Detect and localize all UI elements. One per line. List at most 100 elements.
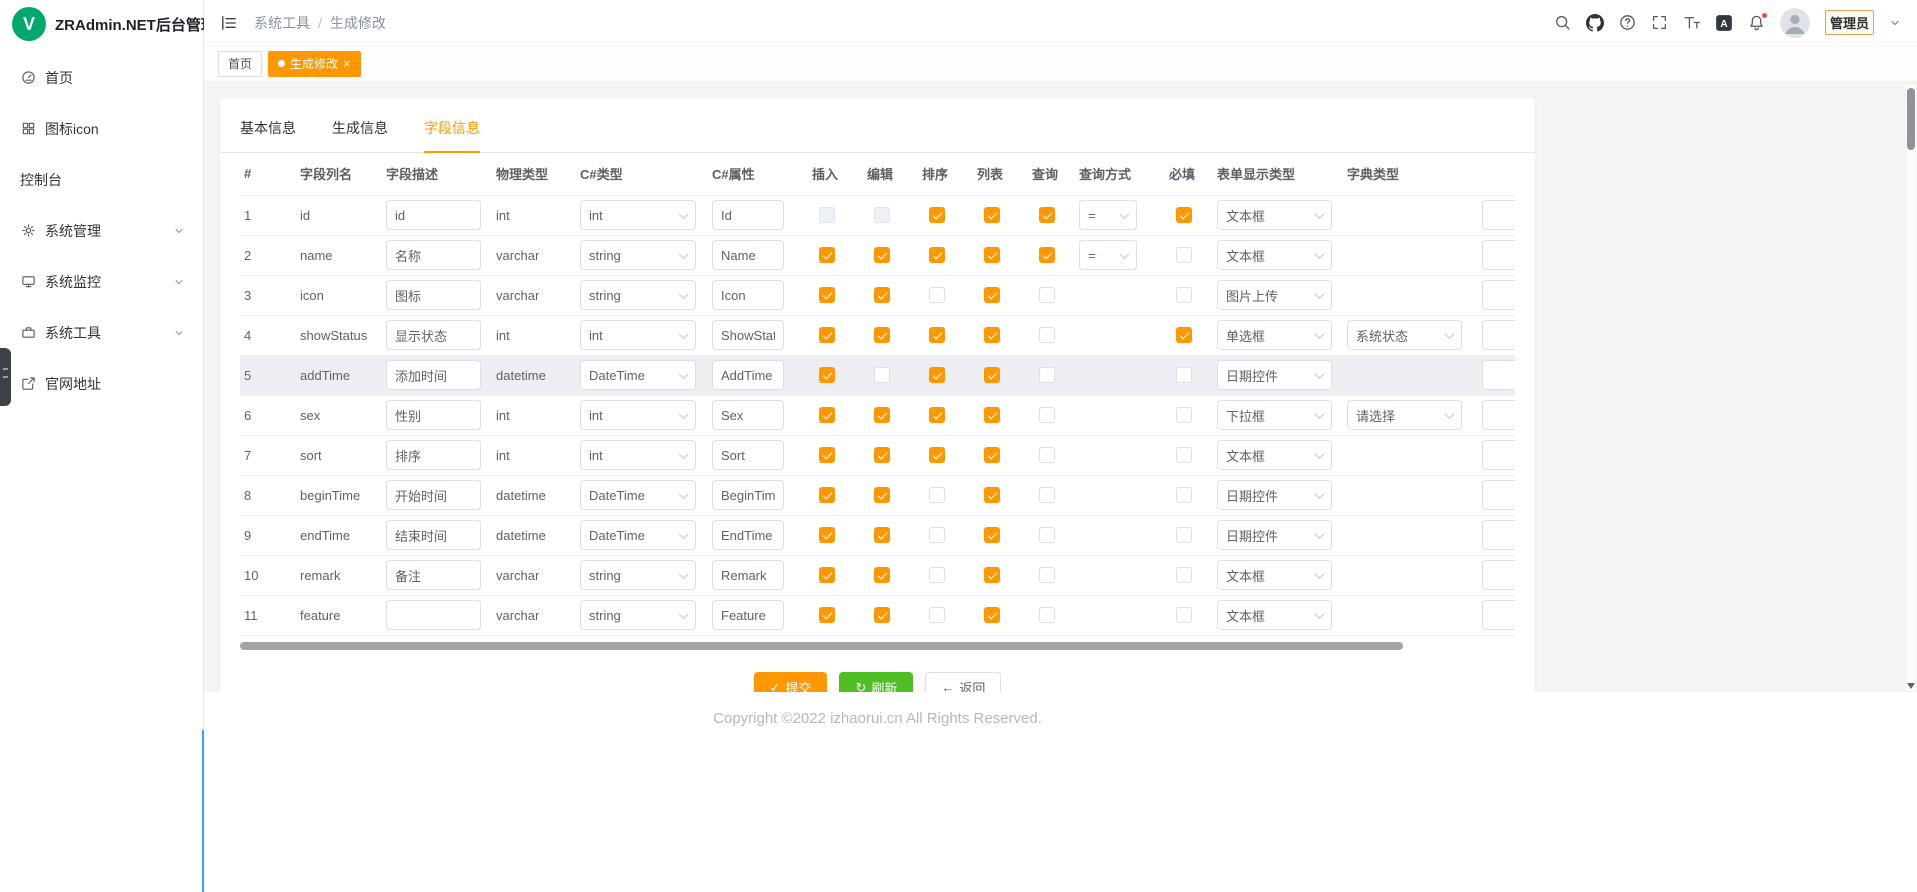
refresh-button[interactable]: ↻刷新 <box>839 672 913 693</box>
query-checkbox[interactable] <box>1039 607 1055 623</box>
display-type-select[interactable]: 图片上传 <box>1217 280 1332 310</box>
vertical-scrollbar-thumb[interactable] <box>1907 88 1915 150</box>
list-checkbox[interactable] <box>984 567 1000 583</box>
extra-input[interactable] <box>1482 240 1515 270</box>
required-checkbox[interactable] <box>1176 247 1192 263</box>
edit-checkbox[interactable] <box>874 447 890 463</box>
csharp-type-select[interactable]: int <box>580 400 696 430</box>
sort-checkbox[interactable] <box>929 567 945 583</box>
csharp-property-input[interactable] <box>712 560 784 590</box>
extra-input[interactable] <box>1482 480 1515 510</box>
query-checkbox[interactable] <box>1039 447 1055 463</box>
sort-checkbox[interactable] <box>929 407 945 423</box>
display-type-select[interactable]: 文本框 <box>1217 560 1332 590</box>
sort-checkbox[interactable] <box>929 607 945 623</box>
required-checkbox[interactable] <box>1176 287 1192 303</box>
help-icon[interactable] <box>1619 14 1636 31</box>
required-checkbox[interactable] <box>1176 567 1192 583</box>
display-type-select[interactable]: 日期控件 <box>1217 360 1332 390</box>
query-type-select[interactable]: = <box>1079 240 1137 270</box>
list-checkbox[interactable] <box>984 607 1000 623</box>
csharp-property-input[interactable] <box>712 240 784 270</box>
sidebar-item-console[interactable]: 控制台 <box>0 154 203 205</box>
field-description-input[interactable] <box>386 480 481 510</box>
display-type-select[interactable]: 单选框 <box>1217 320 1332 350</box>
font-size-icon[interactable] <box>1683 14 1700 31</box>
csharp-property-input[interactable] <box>712 320 784 350</box>
csharp-type-select[interactable]: DateTime <box>580 480 696 510</box>
github-icon[interactable] <box>1586 14 1604 32</box>
sort-checkbox[interactable] <box>929 527 945 543</box>
field-description-input[interactable] <box>386 440 481 470</box>
csharp-type-select[interactable]: string <box>580 240 696 270</box>
required-checkbox[interactable] <box>1176 207 1192 223</box>
extra-input[interactable] <box>1482 520 1515 550</box>
horizontal-scrollbar-thumb[interactable] <box>240 642 1403 650</box>
sidebar-item-system-tools[interactable]: 系统工具 <box>0 307 203 358</box>
sidebar-fold-icon[interactable] <box>220 14 238 32</box>
list-checkbox[interactable] <box>984 287 1000 303</box>
required-checkbox[interactable] <box>1176 527 1192 543</box>
edit-checkbox[interactable] <box>874 527 890 543</box>
csharp-property-input[interactable] <box>712 280 784 310</box>
query-checkbox[interactable] <box>1039 567 1055 583</box>
display-type-select[interactable]: 文本框 <box>1217 600 1332 630</box>
csharp-property-input[interactable] <box>712 520 784 550</box>
required-checkbox[interactable] <box>1176 447 1192 463</box>
required-checkbox[interactable] <box>1176 367 1192 383</box>
query-checkbox[interactable] <box>1039 367 1055 383</box>
edit-checkbox[interactable] <box>874 607 890 623</box>
csharp-type-select[interactable]: int <box>580 200 696 230</box>
extra-input[interactable] <box>1482 320 1515 350</box>
extra-input[interactable] <box>1482 440 1515 470</box>
field-description-input[interactable] <box>386 400 481 430</box>
required-checkbox[interactable] <box>1176 327 1192 343</box>
extra-input[interactable] <box>1482 200 1515 230</box>
required-checkbox[interactable] <box>1176 487 1192 503</box>
required-checkbox[interactable] <box>1176 607 1192 623</box>
query-type-select[interactable]: = <box>1079 200 1137 230</box>
submit-button[interactable]: ✓提交 <box>754 672 828 693</box>
edit-checkbox[interactable] <box>874 367 890 383</box>
sort-checkbox[interactable] <box>929 207 945 223</box>
csharp-property-input[interactable] <box>712 480 784 510</box>
field-description-input[interactable] <box>386 560 481 590</box>
required-checkbox[interactable] <box>1176 407 1192 423</box>
display-type-select[interactable]: 文本框 <box>1217 440 1332 470</box>
csharp-type-select[interactable]: string <box>580 280 696 310</box>
csharp-type-select[interactable]: string <box>580 600 696 630</box>
insert-checkbox[interactable] <box>819 327 835 343</box>
field-description-input[interactable] <box>386 600 481 630</box>
tag-首页[interactable]: 首页 <box>218 51 262 77</box>
edit-checkbox[interactable] <box>874 487 890 503</box>
csharp-property-input[interactable] <box>712 600 784 630</box>
csharp-property-input[interactable] <box>712 360 784 390</box>
sort-checkbox[interactable] <box>929 247 945 263</box>
sidebar-item-system-monitor[interactable]: 系统监控 <box>0 256 203 307</box>
insert-checkbox[interactable] <box>819 287 835 303</box>
dict-type-select[interactable]: 系统状态 <box>1347 320 1462 350</box>
insert-checkbox[interactable] <box>819 567 835 583</box>
insert-checkbox[interactable] <box>819 407 835 423</box>
extra-input[interactable] <box>1482 360 1515 390</box>
csharp-type-select[interactable]: int <box>580 320 696 350</box>
edit-checkbox[interactable] <box>874 567 890 583</box>
extra-input[interactable] <box>1482 600 1515 630</box>
sort-checkbox[interactable] <box>929 447 945 463</box>
back-button[interactable]: ←返回 <box>925 672 1001 693</box>
sidebar-item-website[interactable]: 官网地址 <box>0 358 203 409</box>
query-checkbox[interactable] <box>1039 487 1055 503</box>
notification-bell-icon[interactable] <box>1748 14 1765 31</box>
sort-checkbox[interactable] <box>929 487 945 503</box>
query-checkbox[interactable] <box>1039 327 1055 343</box>
tag-生成修改[interactable]: 生成修改× <box>268 51 361 77</box>
tab-字段信息[interactable]: 字段信息 <box>424 118 480 152</box>
user-name[interactable]: 管理员 <box>1825 10 1874 35</box>
insert-checkbox[interactable] <box>819 447 835 463</box>
insert-checkbox[interactable] <box>819 367 835 383</box>
list-checkbox[interactable] <box>984 207 1000 223</box>
sidebar-item-system-manage[interactable]: 系统管理 <box>0 205 203 256</box>
field-description-input[interactable] <box>386 280 481 310</box>
insert-checkbox[interactable] <box>819 247 835 263</box>
list-checkbox[interactable] <box>984 447 1000 463</box>
